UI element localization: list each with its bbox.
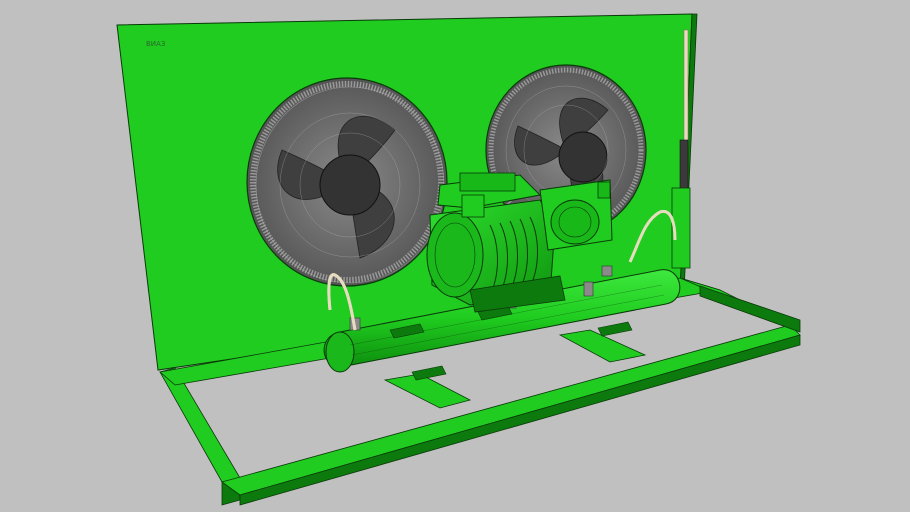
- fan-left: [246, 77, 448, 287]
- cad-viewport[interactable]: ВИАЗ: [0, 0, 910, 512]
- panel-label: ВИАЗ: [146, 40, 166, 48]
